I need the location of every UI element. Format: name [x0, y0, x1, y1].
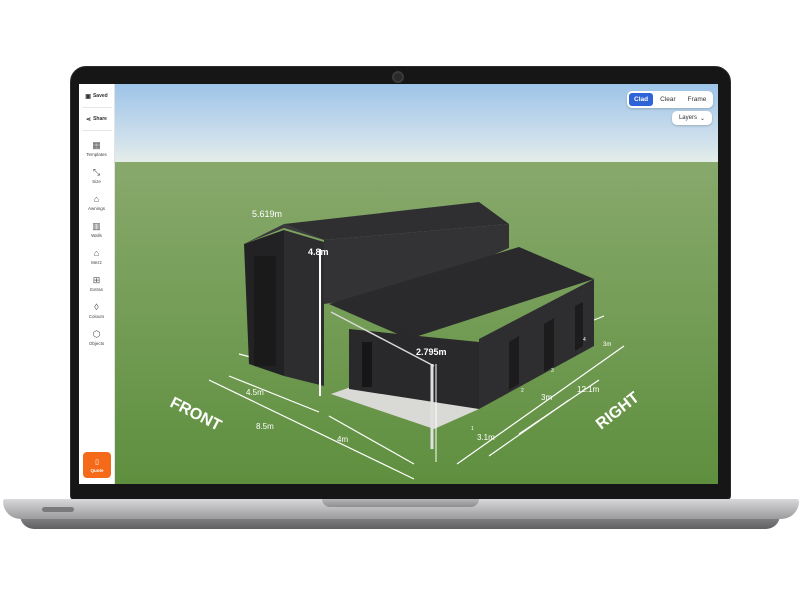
view-mode-clear[interactable]: Clear [655, 93, 681, 106]
sidebar-item-label: Extras [90, 286, 103, 292]
share-button[interactable]: ⋖ Share [81, 112, 113, 126]
save-icon: ▣ [85, 93, 91, 100]
sidebar-item-extras[interactable]: ⊞ Extras [80, 270, 114, 297]
sidebar-item-colours[interactable]: ◊ Colours [80, 297, 114, 324]
grid-icon: ▦ [92, 139, 101, 150]
dim-roof-width: 5.619m [252, 209, 282, 219]
sidebar-item-awnings[interactable]: ⌂ Awnings [80, 189, 114, 216]
dim-right-bay: 3m [541, 393, 552, 402]
webcam [392, 71, 404, 83]
laptop-frame: 5.619m 4.8m 2.795m 4.5m 8.5m 4m 3.1m 3m … [0, 0, 800, 600]
layers-dropdown[interactable]: Layers ⌄ [672, 111, 712, 125]
sidebar-item-label: Colours [88, 313, 105, 319]
sidebar-item-label: Mezz [91, 259, 102, 265]
cube-icon: ⬡ [92, 328, 101, 339]
laptop-notch [322, 499, 479, 507]
awning-icon: ⌂ [93, 193, 100, 204]
share-icon: ⋖ [86, 116, 92, 123]
sky [79, 84, 718, 164]
dim-front-left: 4.5m [246, 388, 264, 397]
dim-right-awning: 3.1m [477, 433, 495, 442]
app-screen: 5.619m 4.8m 2.795m 4.5m 8.5m 4m 3.1m 3m … [79, 84, 718, 484]
dim-right-total: 12.1m [577, 385, 600, 394]
document-icon: ▯ [95, 458, 99, 466]
roller-door [254, 256, 276, 366]
sidebar-item-size[interactable]: ⤡ Size [80, 162, 114, 189]
sidebar-item-mezz[interactable]: ⌂ Mezz [80, 243, 114, 270]
quote-button[interactable]: ▯ Quote [83, 452, 111, 478]
saved-label: Saved [92, 93, 108, 99]
drop-icon: ◊ [94, 301, 99, 312]
view-mode-frame[interactable]: Frame [683, 93, 712, 106]
sidebar-item-templates[interactable]: ▦ Templates [80, 135, 114, 162]
quote-label: Quote [90, 467, 104, 473]
sidebar-item-label: Templates [86, 151, 107, 157]
leanto-door [362, 342, 372, 387]
share-label: Share [93, 116, 107, 122]
bay-number-4: 4 [583, 337, 586, 343]
dim-height: 4.8m [308, 247, 329, 257]
sidebar-item-label: Awnings [88, 205, 105, 211]
sidebar-item-label: Size [92, 178, 101, 184]
mezz-icon: ⌂ [93, 247, 100, 258]
sidebar-item-label: Objects [88, 340, 105, 346]
walls-icon: ▥ [92, 220, 101, 231]
dim-front-awning: 4m [337, 435, 348, 444]
resize-icon: ⤡ [92, 166, 101, 177]
view-mode-clad[interactable]: Clad [629, 93, 654, 106]
view-mode-toggle: Clad Clear Frame [627, 91, 714, 108]
divider [81, 107, 112, 108]
layers-label: Layers [678, 115, 697, 121]
sidebar-item-label: Walls [91, 232, 102, 238]
dim-right-end: 3m [603, 342, 611, 348]
bay-number-1: 1 [471, 426, 474, 432]
bay-number-2: 2 [521, 388, 524, 394]
dim-front-total: 8.5m [256, 422, 274, 431]
bay-number-3: 3 [551, 368, 554, 374]
left-toolbar: ▣ Saved ⋖ Share ▦ Templates ⤡ Size ⌂ Awn… [79, 84, 115, 484]
saved-button[interactable]: ▣ Saved [81, 89, 113, 103]
laptop-port [42, 507, 74, 512]
sidebar-item-objects[interactable]: ⬡ Objects [80, 324, 114, 351]
dim-awning-height: 2.795m [416, 347, 447, 357]
chevron-down-icon: ⌄ [699, 115, 706, 122]
extras-icon: ⊞ [92, 274, 101, 285]
3d-viewport[interactable]: 5.619m 4.8m 2.795m 4.5m 8.5m 4m 3.1m 3m … [79, 84, 718, 484]
sidebar-item-walls[interactable]: ▥ Walls [80, 216, 114, 243]
divider [81, 130, 112, 131]
